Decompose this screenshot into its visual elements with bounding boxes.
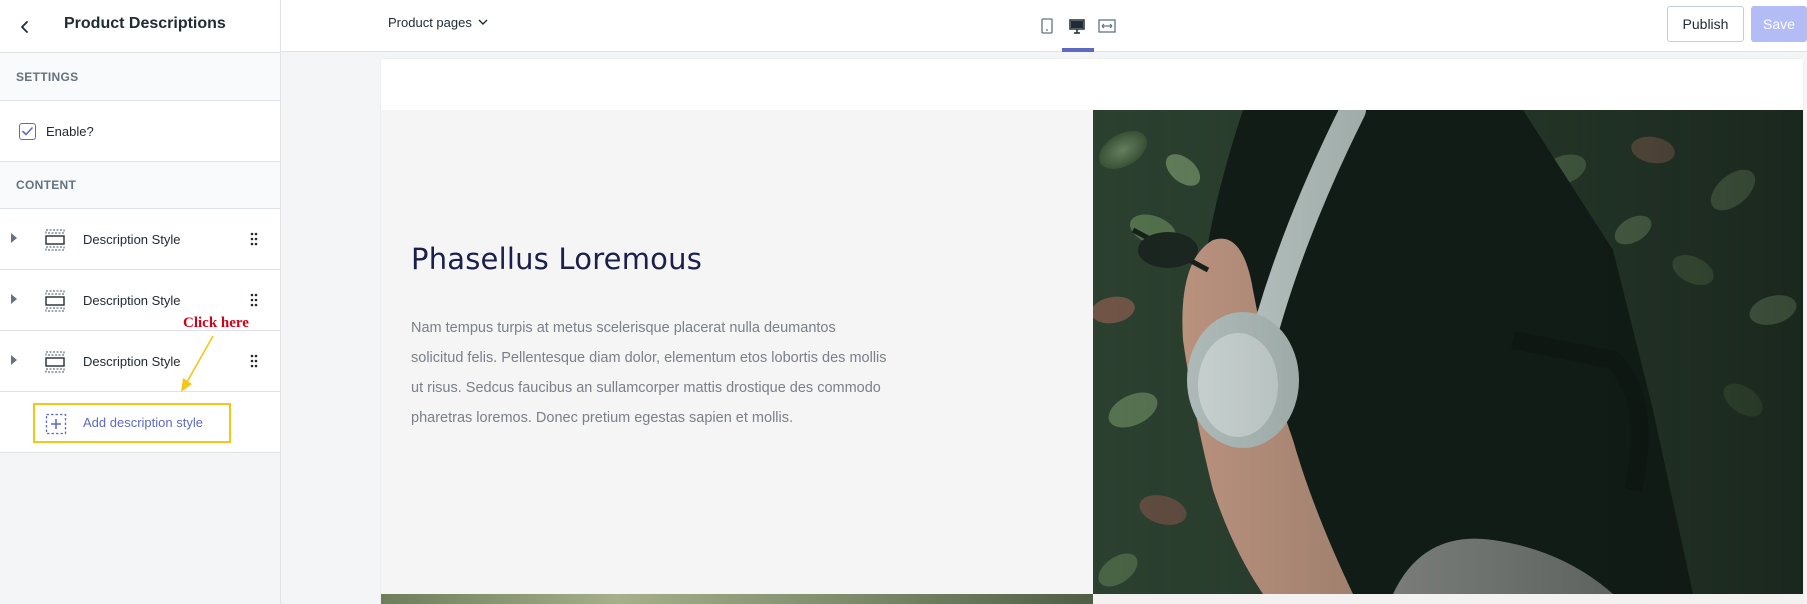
sidebar: Product Descriptions SETTINGS Enable? CO…	[0, 0, 281, 604]
save-button[interactable]: Save	[1751, 6, 1807, 42]
page-preview: Phasellus Loremous Nam tempus turpis at …	[381, 59, 1803, 604]
description-style-label: Description Style	[83, 354, 181, 369]
description-style-item-3[interactable]: Description Style	[0, 331, 280, 392]
sidebar-header: Product Descriptions	[0, 0, 280, 53]
content-section-label: CONTENT	[0, 162, 280, 209]
enable-setting: Enable?	[0, 101, 280, 162]
add-section-icon	[45, 413, 67, 435]
add-description-style-button[interactable]: Add description style	[33, 403, 231, 443]
active-device-indicator	[1062, 48, 1094, 52]
hero-text-panel: Phasellus Loremous Nam tempus turpis at …	[381, 110, 1093, 594]
enable-checkbox[interactable]	[19, 122, 36, 140]
description-style-label: Description Style	[83, 232, 181, 247]
back-button[interactable]	[12, 14, 38, 40]
description-hero: Phasellus Loremous Nam tempus turpis at …	[381, 110, 1803, 594]
drag-handle-icon[interactable]	[249, 231, 259, 247]
page-type-select[interactable]: Product pages	[388, 15, 488, 30]
expand-caret-icon[interactable]	[11, 355, 17, 365]
enable-label: Enable?	[46, 123, 94, 139]
desktop-view-button[interactable]	[1063, 13, 1091, 39]
annotation-arrow-icon	[181, 335, 214, 392]
section-layout-icon	[45, 290, 65, 312]
publish-button[interactable]: Publish	[1667, 6, 1744, 42]
hero-body: Nam tempus turpis at metus scelerisque p…	[411, 320, 887, 426]
fullwidth-view-button[interactable]	[1093, 13, 1121, 39]
next-section-panel	[1093, 594, 1803, 604]
mobile-icon	[1041, 18, 1053, 34]
expand-caret-icon[interactable]	[11, 294, 17, 304]
top-bar: Product pages Publish Save	[281, 0, 1807, 52]
headphones-photo	[1093, 110, 1803, 594]
drag-handle-icon[interactable]	[249, 292, 259, 308]
checkmark-icon	[22, 126, 33, 135]
chevron-down-icon	[478, 19, 488, 25]
desktop-icon	[1069, 18, 1085, 34]
description-style-label: Description Style	[83, 293, 181, 308]
hero-title: Phasellus Loremous	[411, 242, 703, 276]
expand-caret-icon[interactable]	[11, 233, 17, 243]
settings-section-label: SETTINGS	[0, 53, 280, 101]
fullwidth-icon	[1098, 19, 1116, 33]
section-layout-icon	[45, 229, 65, 251]
hero-image	[1093, 110, 1803, 594]
chevron-left-icon	[21, 21, 28, 33]
description-style-item-1[interactable]: Description Style	[0, 209, 280, 270]
add-description-label: Add description style	[83, 415, 203, 430]
next-section-image-strip	[381, 594, 1093, 604]
add-description-row: Add description style	[0, 392, 280, 453]
click-here-annotation: Click here	[183, 315, 249, 331]
section-layout-icon	[45, 351, 65, 373]
mobile-view-button[interactable]	[1033, 13, 1061, 39]
drag-handle-icon[interactable]	[249, 353, 259, 369]
sidebar-title: Product Descriptions	[64, 15, 226, 32]
page-type-value: Product pages	[388, 15, 472, 30]
